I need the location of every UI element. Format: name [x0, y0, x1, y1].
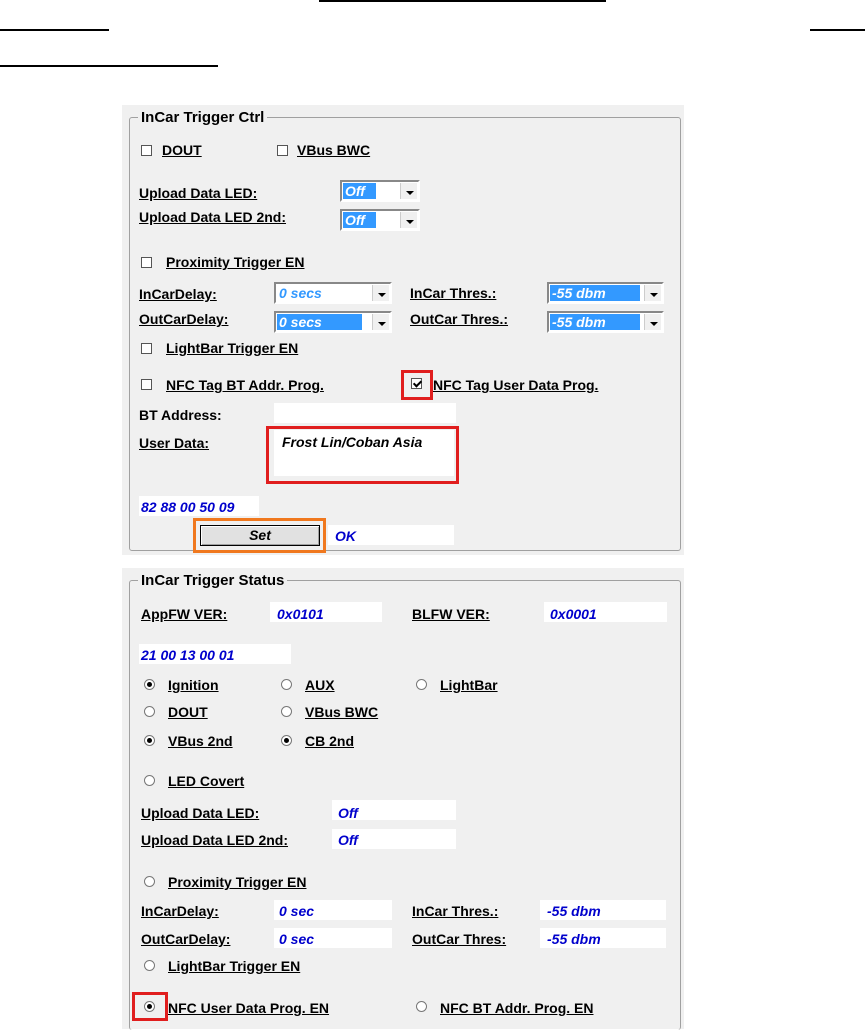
- outcar-thres-label: OutCar Thres.:: [410, 311, 509, 327]
- aux-radio[interactable]: [281, 679, 292, 690]
- chevron-down-icon[interactable]: [372, 314, 389, 330]
- incar-delay-selected: 0 secs: [277, 285, 362, 301]
- incar-thres-select[interactable]: -55 dbm: [547, 282, 664, 304]
- outcar-delay-label: OutCarDelay:: [139, 311, 229, 327]
- status-upload-led2-label: Upload Data LED 2nd:: [141, 832, 289, 848]
- dout-radio[interactable]: [144, 706, 155, 717]
- status-hex-value: 21 00 13 00 01: [141, 647, 235, 663]
- bt-address-field[interactable]: [274, 403, 456, 423]
- ctrl-status-text: OK: [335, 528, 356, 544]
- lightbar-label: LightBar: [440, 677, 498, 693]
- document-underline: [0, 29, 109, 31]
- status-outcar-delay-label: OutCarDelay:: [141, 931, 231, 947]
- appfw-label: AppFW VER:: [141, 606, 228, 622]
- dout-status-label: DOUT: [168, 704, 208, 720]
- appfw-value: 0x0101: [277, 606, 324, 622]
- incar-trigger-ctrl-panel: InCar Trigger Ctrl DOUT VBus BWC Upload …: [122, 105, 684, 555]
- document-underline: [810, 29, 865, 31]
- status-proximity-radio[interactable]: [144, 876, 155, 887]
- status-upload-led-value: Off: [338, 805, 358, 821]
- nfc-bt-addr-label: NFC Tag BT Addr. Prog.: [166, 377, 324, 393]
- user-data-value: Frost Lin/Coban Asia: [282, 434, 423, 450]
- status-lightbar-trigger-label: LightBar Trigger EN: [168, 958, 301, 974]
- upload-led-select[interactable]: Off: [340, 180, 420, 202]
- cb-2nd-label: CB 2nd: [305, 733, 354, 749]
- upload-led-selected: Off: [343, 183, 376, 199]
- document-underline: [319, 0, 606, 2]
- lightbar-trigger-label: LightBar Trigger EN: [166, 340, 299, 356]
- status-lightbar-trigger-radio[interactable]: [144, 960, 155, 971]
- nfc-user-data-label: NFC Tag User Data Prog.: [433, 377, 599, 393]
- incar-delay-select[interactable]: 0 secs: [274, 282, 392, 304]
- status-incar-thres-value: -55 dbm: [547, 903, 601, 919]
- vbus-bwc-label: VBus BWC: [297, 142, 371, 158]
- vbus-2nd-label: VBus 2nd: [168, 733, 233, 749]
- incar-delay-label: InCarDelay:: [139, 286, 217, 302]
- status-incar-delay-value: 0 sec: [279, 903, 315, 919]
- upload-led2-select[interactable]: Off: [340, 209, 420, 231]
- cb-2nd-radio[interactable]: [281, 735, 292, 746]
- aux-label: AUX: [305, 677, 335, 693]
- nfc-bt-addr-checkbox[interactable]: [141, 379, 152, 390]
- user-data-label: User Data:: [139, 435, 210, 451]
- status-upload-led2-value: Off: [338, 832, 358, 848]
- upload-led-label: Upload Data LED:: [139, 185, 258, 201]
- blfw-value: 0x0001: [550, 606, 597, 622]
- proximity-checkbox[interactable]: [141, 257, 152, 268]
- outcar-delay-select[interactable]: 0 secs: [274, 311, 392, 333]
- chevron-down-icon[interactable]: [372, 285, 389, 301]
- status-outcar-thres-value: -55 dbm: [547, 931, 601, 947]
- incar-thres-label: InCar Thres.:: [410, 285, 497, 301]
- incar-thres-selected: -55 dbm: [550, 285, 640, 301]
- vbus-bwc-status-label: VBus BWC: [305, 704, 379, 720]
- document-underline: [0, 65, 218, 67]
- nfc-bt-addr-en-label: NFC BT Addr. Prog. EN: [440, 1000, 594, 1016]
- status-outcar-thres-label: OutCar Thres:: [412, 931, 507, 947]
- status-outcar-delay-value: 0 sec: [279, 931, 315, 947]
- nfc-user-data-en-label: NFC User Data Prog. EN: [168, 1000, 330, 1016]
- status-proximity-label: Proximity Trigger EN: [168, 874, 307, 890]
- set-button[interactable]: Set: [200, 525, 320, 546]
- vbus-bwc-radio[interactable]: [281, 706, 292, 717]
- dout-checkbox[interactable]: [141, 145, 152, 156]
- dout-label: DOUT: [162, 142, 202, 158]
- outcar-delay-selected: 0 secs: [277, 314, 362, 330]
- chevron-down-icon[interactable]: [400, 212, 417, 228]
- vbus-bwc-checkbox[interactable]: [277, 145, 288, 156]
- status-upload-led-label: Upload Data LED:: [141, 805, 260, 821]
- ignition-radio[interactable]: [144, 679, 155, 690]
- outcar-thres-selected: -55 dbm: [550, 314, 640, 330]
- chevron-down-icon[interactable]: [400, 183, 417, 199]
- led-covert-radio[interactable]: [144, 775, 155, 786]
- lightbar-radio[interactable]: [416, 679, 427, 690]
- blfw-label: BLFW VER:: [412, 606, 490, 622]
- vbus-2nd-radio[interactable]: [144, 735, 155, 746]
- lightbar-trigger-checkbox[interactable]: [141, 343, 152, 354]
- nfc-user-data-en-radio[interactable]: [144, 1001, 155, 1012]
- incar-trigger-status-panel: InCar Trigger Status AppFW VER: 0x0101 B…: [122, 568, 684, 1030]
- group-title: InCar Trigger Status: [138, 572, 288, 589]
- status-incar-delay-label: InCarDelay:: [141, 903, 219, 919]
- status-incar-thres-label: InCar Thres.:: [412, 903, 499, 919]
- bt-address-label: BT Address:: [139, 407, 222, 423]
- chevron-down-icon[interactable]: [644, 285, 661, 301]
- led-covert-label: LED Covert: [168, 773, 245, 789]
- outcar-thres-select[interactable]: -55 dbm: [547, 311, 664, 333]
- group-title: InCar Trigger Ctrl: [138, 109, 268, 126]
- upload-led2-label: Upload Data LED 2nd:: [139, 209, 287, 225]
- proximity-label: Proximity Trigger EN: [166, 254, 305, 270]
- chevron-down-icon[interactable]: [644, 314, 661, 330]
- ignition-label: Ignition: [168, 677, 219, 693]
- upload-led2-selected: Off: [343, 212, 376, 228]
- nfc-bt-addr-en-radio[interactable]: [416, 1001, 427, 1012]
- nfc-user-data-checkbox[interactable]: [411, 378, 422, 389]
- ctrl-hex-value: 82 88 00 50 09: [141, 499, 235, 515]
